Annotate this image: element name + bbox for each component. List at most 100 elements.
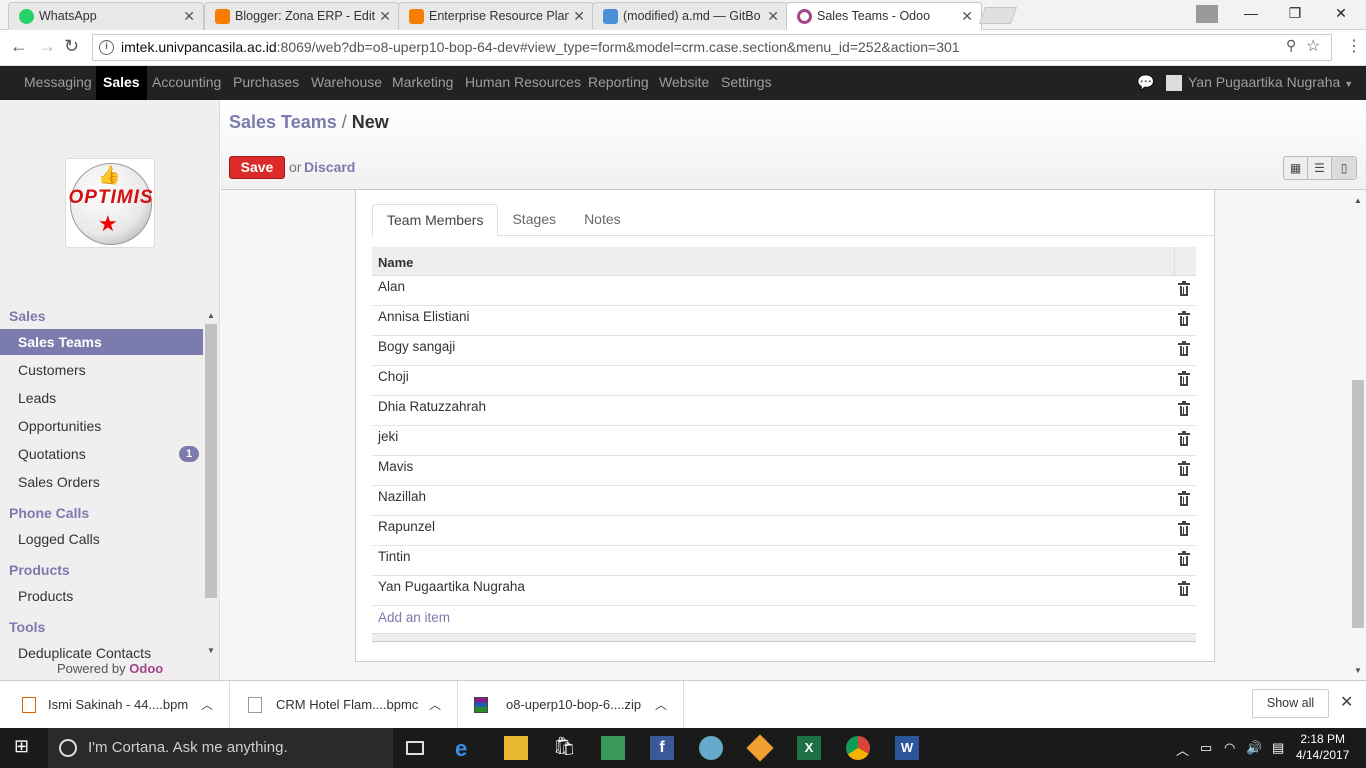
kanban-view-icon[interactable]: ▦ — [1284, 157, 1308, 179]
table-row[interactable]: Nazillah — [372, 486, 1196, 516]
scroll-up-icon[interactable]: ▲ — [207, 311, 215, 320]
menu-dots-icon[interactable]: ⋮ — [1346, 36, 1362, 56]
menu-sales[interactable]: Sales — [96, 66, 147, 100]
chat-icon[interactable]: 💬 — [1130, 66, 1161, 100]
save-button[interactable]: Save — [229, 156, 285, 179]
close-tab-icon[interactable]: ✕ — [379, 3, 391, 29]
add-item-link[interactable]: Add an item — [372, 606, 1196, 634]
menu-warehouse[interactable]: Warehouse — [304, 66, 389, 100]
trash-icon[interactable] — [1178, 581, 1190, 596]
close-tab-icon[interactable]: ✕ — [573, 3, 585, 29]
sidebar-scrollbar[interactable]: ▲ ▼ — [204, 308, 218, 680]
trash-icon[interactable] — [1178, 371, 1190, 386]
back-icon[interactable]: ← — [10, 36, 28, 57]
download-item[interactable]: Ismi Sakinah - 44....bpm ︿ — [0, 681, 230, 729]
browser-tab-blogger[interactable]: Blogger: Zona ERP - Edit ✕ — [204, 2, 400, 30]
table-row[interactable]: Dhia Ratuzzahrah — [372, 396, 1196, 426]
chevron-up-icon[interactable]: ︿ — [429, 681, 441, 729]
trash-icon[interactable] — [1178, 401, 1190, 416]
wifi-icon[interactable]: ◠ — [1224, 740, 1235, 756]
close-tab-icon[interactable]: ✕ — [183, 3, 195, 29]
info-icon[interactable]: i — [99, 40, 114, 55]
table-row[interactable]: Yan Pugaartika Nugraha — [372, 576, 1196, 606]
scroll-down-icon[interactable]: ▼ — [207, 646, 215, 655]
breadcrumb-sales-teams[interactable]: Sales Teams — [229, 112, 337, 132]
close-tab-icon[interactable]: ✕ — [961, 3, 973, 29]
excel-icon[interactable]: X — [797, 736, 821, 760]
tab-team-members[interactable]: Team Members — [372, 204, 499, 236]
task-view-icon[interactable] — [406, 741, 424, 755]
maximize-button[interactable]: ❐ — [1272, 0, 1318, 26]
windows-start-icon[interactable]: ⊞ — [14, 736, 38, 760]
sidebar-item-sales-orders[interactable]: Sales Orders — [0, 469, 203, 495]
browser-tab-gitbook[interactable]: (modified) a.md — GitBo ✕ — [592, 2, 788, 30]
url-input[interactable]: i imtek.univpancasila.ac.id:8069/web?db=… — [92, 34, 1332, 61]
store-icon[interactable]: 🛍 — [553, 736, 577, 760]
trash-icon[interactable] — [1178, 551, 1190, 566]
scroll-thumb[interactable] — [205, 324, 217, 598]
sidebar-item-logged-calls[interactable]: Logged Calls — [0, 526, 203, 552]
table-row[interactable]: Alan — [372, 276, 1196, 306]
battery-icon[interactable]: ▭ — [1200, 740, 1212, 756]
table-row[interactable]: Tintin — [372, 546, 1196, 576]
trash-icon[interactable] — [1178, 461, 1190, 476]
chevron-up-icon[interactable]: ︿ — [655, 681, 667, 729]
new-tab-button[interactable] — [978, 7, 1018, 24]
discard-button[interactable]: Discard — [304, 159, 355, 175]
facebook-icon[interactable]: f — [650, 736, 674, 760]
menu-human-resources[interactable]: Human Resources — [458, 66, 588, 100]
table-row[interactable]: Annisa Elistiani — [372, 306, 1196, 336]
close-tab-icon[interactable]: ✕ — [767, 3, 779, 29]
cortana-search-box[interactable]: I'm Cortana. Ask me anything. — [48, 728, 393, 768]
sidebar-item-products[interactable]: Products — [0, 583, 203, 609]
clock[interactable]: 2:18 PM 4/14/2017 — [1296, 731, 1349, 763]
content-scrollbar[interactable]: ▲ ▼ — [1351, 190, 1366, 680]
app-icon[interactable] — [699, 736, 723, 760]
profile-icon[interactable] — [1184, 0, 1230, 26]
minimize-button[interactable]: — — [1228, 0, 1274, 26]
trash-icon[interactable] — [1178, 311, 1190, 326]
table-row[interactable]: Mavis — [372, 456, 1196, 486]
close-window-button[interactable]: ✕ — [1318, 0, 1364, 26]
menu-website[interactable]: Website — [652, 66, 716, 100]
menu-accounting[interactable]: Accounting — [145, 66, 228, 100]
list-view-icon[interactable]: ☰ — [1308, 157, 1332, 179]
chevron-up-icon[interactable]: ︿ — [201, 681, 213, 729]
trash-icon[interactable] — [1178, 341, 1190, 356]
bookmark-star-icon[interactable]: ☆ — [1306, 36, 1320, 56]
trash-icon[interactable] — [1178, 281, 1190, 296]
trash-icon[interactable] — [1178, 431, 1190, 446]
trash-icon[interactable] — [1178, 491, 1190, 506]
user-menu[interactable]: Yan Pugaartika Nugraha ▼ — [1166, 66, 1353, 100]
sidebar-item-customers[interactable]: Customers — [0, 357, 203, 383]
menu-messaging[interactable]: Messaging — [17, 66, 99, 100]
trash-icon[interactable] — [1178, 521, 1190, 536]
tray-chevron-icon[interactable]: ︿ — [1176, 740, 1189, 759]
table-row[interactable]: Choji — [372, 366, 1196, 396]
sidebar-item-quotations[interactable]: Quotations 1 — [0, 441, 203, 467]
chrome-icon[interactable] — [846, 736, 870, 760]
scroll-down-icon[interactable]: ▼ — [1354, 666, 1362, 675]
tab-notes[interactable]: Notes — [570, 204, 635, 236]
show-all-downloads-button[interactable]: Show all — [1252, 689, 1329, 718]
tab-stages[interactable]: Stages — [498, 204, 570, 236]
browser-tab-erp[interactable]: Enterprise Resource Plan ✕ — [398, 2, 594, 30]
table-row[interactable]: jeki — [372, 426, 1196, 456]
odoo-link[interactable]: Odoo — [129, 661, 163, 676]
browser-tab-odoo[interactable]: Sales Teams - Odoo ✕ — [786, 2, 982, 30]
sidebar-item-sales-teams[interactable]: Sales Teams — [0, 329, 203, 355]
sidebar-item-leads[interactable]: Leads — [0, 385, 203, 411]
app-icon[interactable] — [601, 736, 625, 760]
scroll-up-icon[interactable]: ▲ — [1354, 196, 1362, 205]
menu-purchases[interactable]: Purchases — [226, 66, 306, 100]
company-logo[interactable]: 👍 OPTIMIS ★ — [65, 158, 155, 248]
download-item[interactable]: o8-uperp10-bop-6....zip ︿ — [458, 681, 684, 729]
close-shelf-icon[interactable]: ✕ — [1340, 692, 1353, 712]
browser-tab-whatsapp[interactable]: WhatsApp ✕ — [8, 2, 204, 30]
form-view-icon[interactable]: ▯ — [1332, 157, 1356, 179]
menu-marketing[interactable]: Marketing — [385, 66, 460, 100]
forward-icon[interactable]: → — [38, 36, 56, 57]
menu-settings[interactable]: Settings — [714, 66, 779, 100]
table-row[interactable]: Bogy sangaji — [372, 336, 1196, 366]
app-icon[interactable] — [746, 734, 774, 762]
